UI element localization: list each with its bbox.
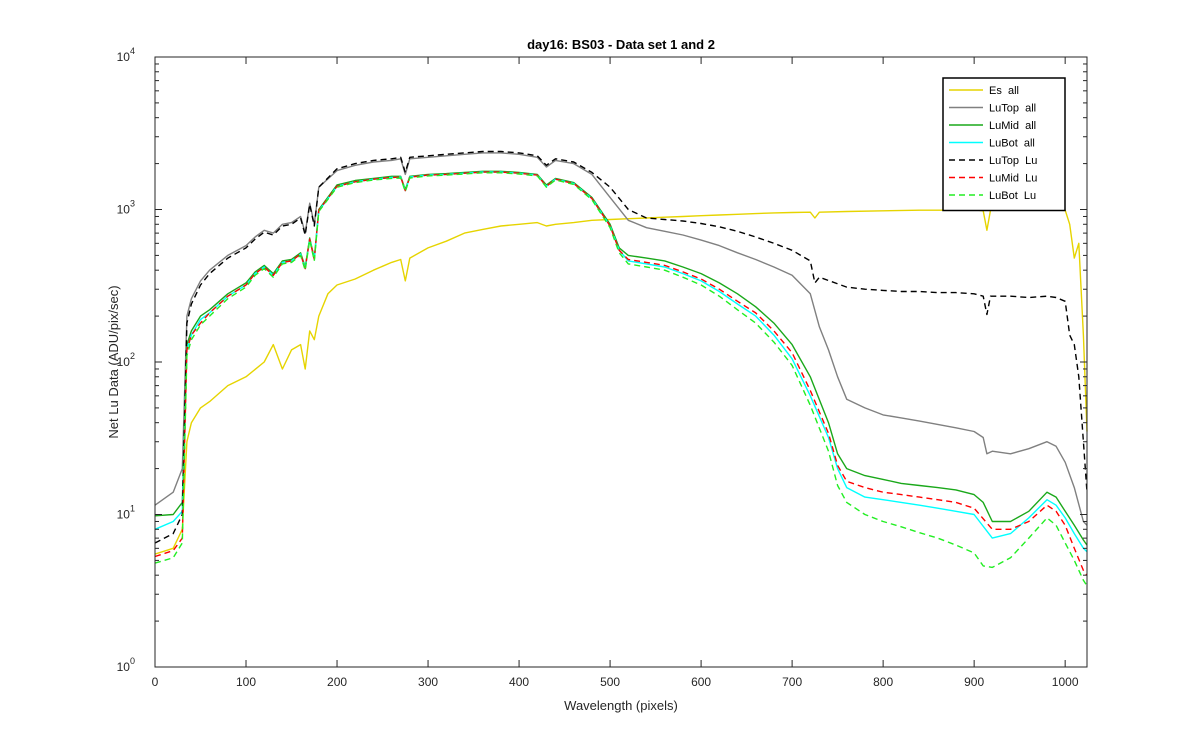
y-axis-label: Net Lu Data (ADU/pix/sec) [106,285,121,438]
y-tick-exponent: 2 [130,351,135,361]
x-tick-label: 600 [691,675,711,689]
legend-label: LuBot Lu [989,190,1036,202]
y-tick-exponent: 0 [130,656,135,666]
x-tick-label: 400 [509,675,529,689]
chart-title: day16: BS03 - Data set 1 and 2 [527,37,715,52]
x-tick-label: 200 [327,675,347,689]
legend-label: LuMid all [989,120,1036,132]
y-tick-base: 10 [117,50,131,64]
x-tick-label: 700 [782,675,802,689]
legend-label: LuTop all [989,103,1036,115]
legend-label: LuBot all [989,138,1035,150]
y-tick-exponent: 3 [130,199,135,209]
y-tick-exponent: 4 [130,46,135,56]
x-tick-label: 900 [964,675,984,689]
legend-label: Es all [989,85,1019,97]
x-tick-label: 500 [600,675,620,689]
y-tick-base: 10 [117,203,131,217]
x-tick-label: 100 [236,675,256,689]
x-axis-label: Wavelength (pixels) [564,698,678,713]
y-tick-exponent: 1 [130,504,135,514]
legend: Es all LuTop all LuMid all LuBot all LuTop L… [942,77,1066,212]
chart: day16: BS03 - Data set 1 and 2 0 100 200 30… [0,0,1200,750]
x-tick-label: 0 [152,675,159,689]
x-tick-label: 300 [418,675,438,689]
x-tick-label: 800 [873,675,893,689]
legend-label: LuMid Lu [989,173,1037,185]
y-tick-base: 10 [117,508,131,522]
legend-label: LuTop Lu [989,155,1037,167]
x-tick-label: 1000 [1052,675,1079,689]
y-tick-base: 10 [117,660,131,674]
